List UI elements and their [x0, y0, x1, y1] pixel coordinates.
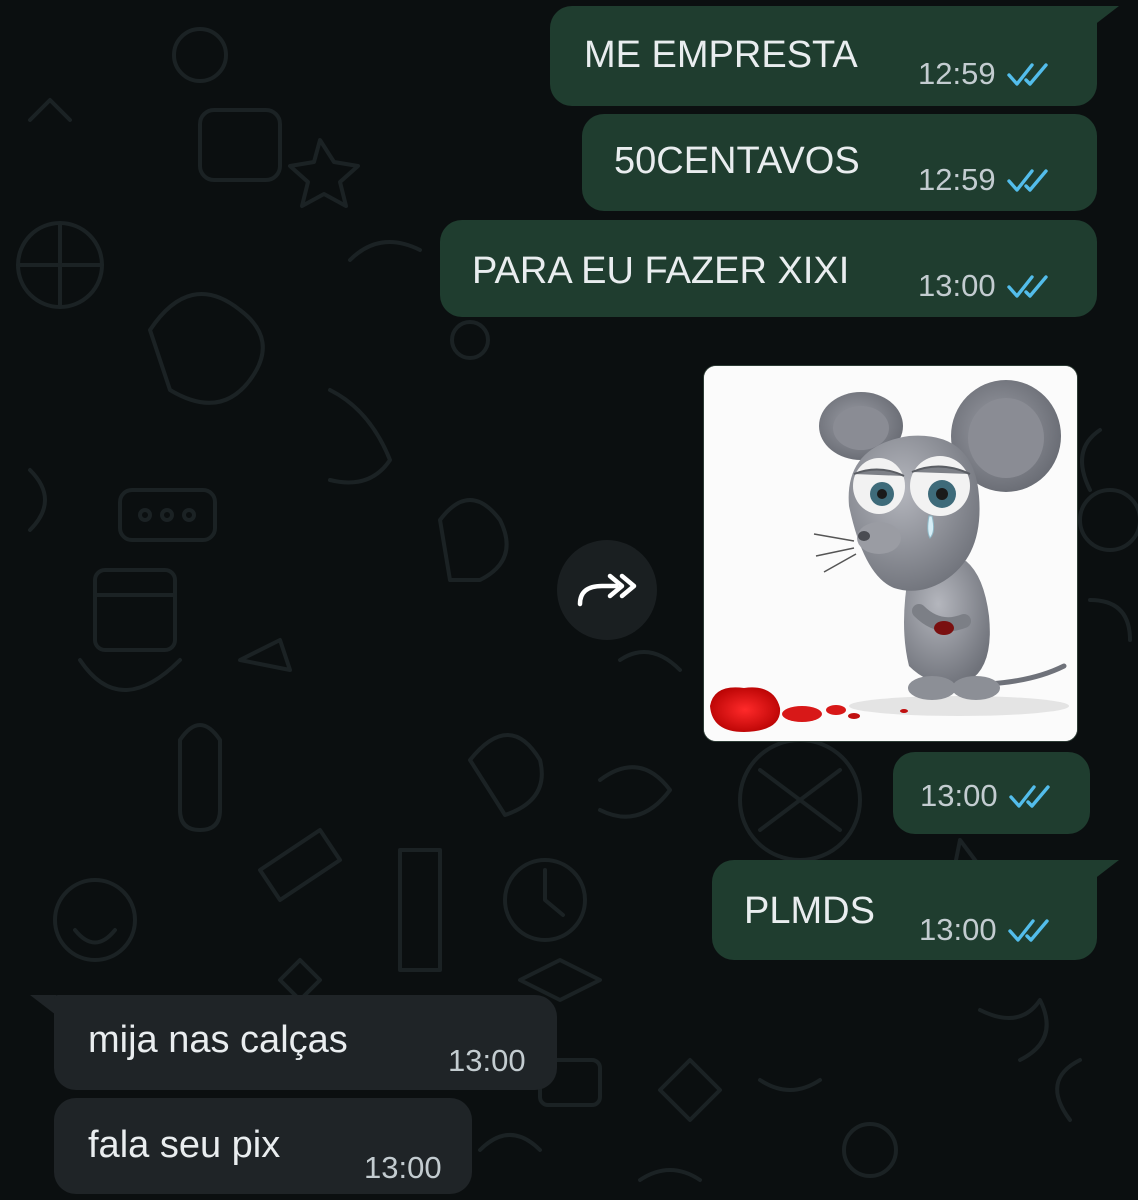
- message-time: 13:00: [448, 1043, 526, 1078]
- image-message[interactable]: [704, 366, 1077, 741]
- double-check-read-icon: [1006, 62, 1048, 86]
- message-text: PARA EU FAZER XIXI: [472, 250, 850, 292]
- message-meta: 13:00: [918, 270, 1056, 301]
- bubble-tail: [30, 995, 56, 1015]
- outgoing-message-bubble[interactable]: 50CENTAVOS 12:59: [582, 114, 1097, 211]
- forward-arrow-icon: [577, 573, 637, 607]
- bubble-tail: [1093, 860, 1119, 880]
- image-meta-bubble: 13:00: [893, 752, 1090, 834]
- incoming-message-bubble[interactable]: fala seu pix 13:00: [54, 1098, 472, 1194]
- message-time: 13:00: [919, 912, 997, 947]
- double-check-read-icon: [1007, 918, 1049, 942]
- forward-button[interactable]: [557, 540, 657, 640]
- message-meta: 13:00: [920, 780, 1058, 811]
- message-meta: 13:00: [919, 914, 1057, 945]
- outgoing-message-bubble[interactable]: PLMDS 13:00: [712, 860, 1097, 960]
- message-meta: 12:59: [918, 58, 1056, 89]
- message-text: mija nas calças: [88, 1019, 348, 1061]
- outgoing-message-bubble[interactable]: PARA EU FAZER XIXI 13:00: [440, 220, 1097, 317]
- message-meta: 12:59: [918, 164, 1056, 195]
- double-check-read-icon: [1008, 784, 1050, 808]
- message-text: ME EMPRESTA: [584, 34, 858, 76]
- double-check-read-icon: [1006, 168, 1048, 192]
- bubble-tail: [1093, 6, 1119, 26]
- message-text: PLMDS: [744, 890, 875, 932]
- message-meta: 13:00: [448, 1045, 526, 1076]
- message-meta: 13:00: [364, 1152, 442, 1183]
- outgoing-message-bubble[interactable]: ME EMPRESTA 12:59: [550, 6, 1097, 106]
- message-text: fala seu pix: [88, 1124, 281, 1166]
- message-time: 12:59: [918, 56, 996, 91]
- incoming-message-bubble[interactable]: mija nas calças 13:00: [54, 995, 557, 1090]
- sad-mouse-image: [704, 366, 1077, 741]
- message-time: 13:00: [920, 778, 998, 813]
- message-time: 13:00: [364, 1150, 442, 1185]
- message-text: 50CENTAVOS: [614, 140, 860, 182]
- message-time: 13:00: [918, 268, 996, 303]
- message-time: 12:59: [918, 162, 996, 197]
- double-check-read-icon: [1006, 274, 1048, 298]
